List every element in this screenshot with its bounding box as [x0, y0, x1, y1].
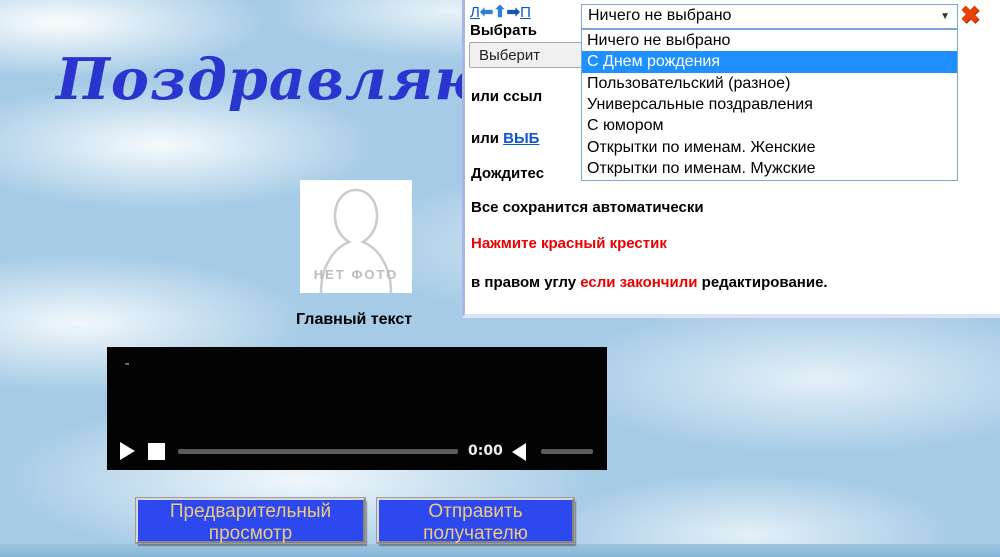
dropdown-option-selected[interactable]: С Днем рождения — [582, 51, 957, 72]
player-track-title: - — [123, 356, 131, 372]
wait-line: Дождитес — [471, 165, 544, 182]
stop-icon[interactable] — [148, 443, 165, 460]
volume-icon[interactable] — [512, 443, 526, 461]
progress-bar[interactable] — [178, 449, 458, 454]
panel-nav: Л⬅⬆➡П — [470, 2, 531, 22]
category-select-value: Ничего не выбрано — [588, 7, 731, 25]
dropdown-option[interactable]: Открытки по именам. Мужские — [582, 159, 957, 180]
close-icon[interactable]: ✖ — [960, 1, 980, 30]
choose-label: Выбрать — [470, 22, 537, 39]
dropdown-option[interactable]: Пользовательский (разное) — [582, 73, 957, 94]
dropdown-option[interactable]: Ничего не выбрано — [582, 30, 957, 51]
category-select[interactable]: Ничего не выбрано ▼ — [581, 4, 958, 29]
or-choose-line: или ВЫБ — [471, 130, 539, 147]
finish-line-part2: если закончили — [580, 274, 697, 291]
play-icon[interactable] — [120, 442, 135, 460]
nav-left-link[interactable]: Л — [470, 4, 480, 21]
dropdown-arrow-icon: ▼ — [940, 11, 950, 22]
audio-player: - 0:00 — [107, 347, 607, 470]
volume-slider[interactable] — [541, 449, 593, 454]
photo-placeholder[interactable]: НЕТ ФОТО — [300, 180, 412, 293]
or-link-line: или ссыл — [471, 88, 542, 105]
time-display: 0:00 — [468, 443, 503, 459]
finish-line: в правом углу если закончили редактирова… — [471, 274, 828, 291]
no-photo-label: НЕТ ФОТО — [300, 267, 412, 282]
finish-line-part1: в правом углу — [471, 274, 580, 291]
preview-button[interactable]: Предварительный просмотр — [136, 498, 365, 543]
autosave-line: Все сохранится автоматически — [471, 199, 704, 216]
right-arrow-icon[interactable]: ➡ — [507, 4, 520, 21]
main-text-label: Главный текст — [296, 311, 412, 329]
or-label: или — [471, 130, 503, 147]
finish-line-part3: редактирование. — [697, 274, 827, 291]
dropdown-option[interactable]: Открытки по именам. Женские — [582, 137, 957, 158]
up-arrow-icon[interactable]: ⬆ — [493, 4, 506, 21]
dropdown-option[interactable]: Универсальные поздравления — [582, 94, 957, 115]
send-button[interactable]: Отправить получателю — [377, 498, 574, 543]
category-dropdown-list: Ничего не выбрано С Днем рождения Пользо… — [581, 29, 958, 181]
dropdown-option[interactable]: С юмором — [582, 116, 957, 137]
left-arrow-icon[interactable]: ⬅ — [480, 4, 493, 21]
nav-right-link[interactable]: П — [520, 4, 531, 21]
choose-link[interactable]: ВЫБ — [503, 130, 539, 147]
choose-file-button[interactable]: Выберит — [469, 42, 589, 68]
background-seam — [0, 544, 1000, 557]
press-cross-line: Нажмите красный крестик — [471, 235, 667, 252]
